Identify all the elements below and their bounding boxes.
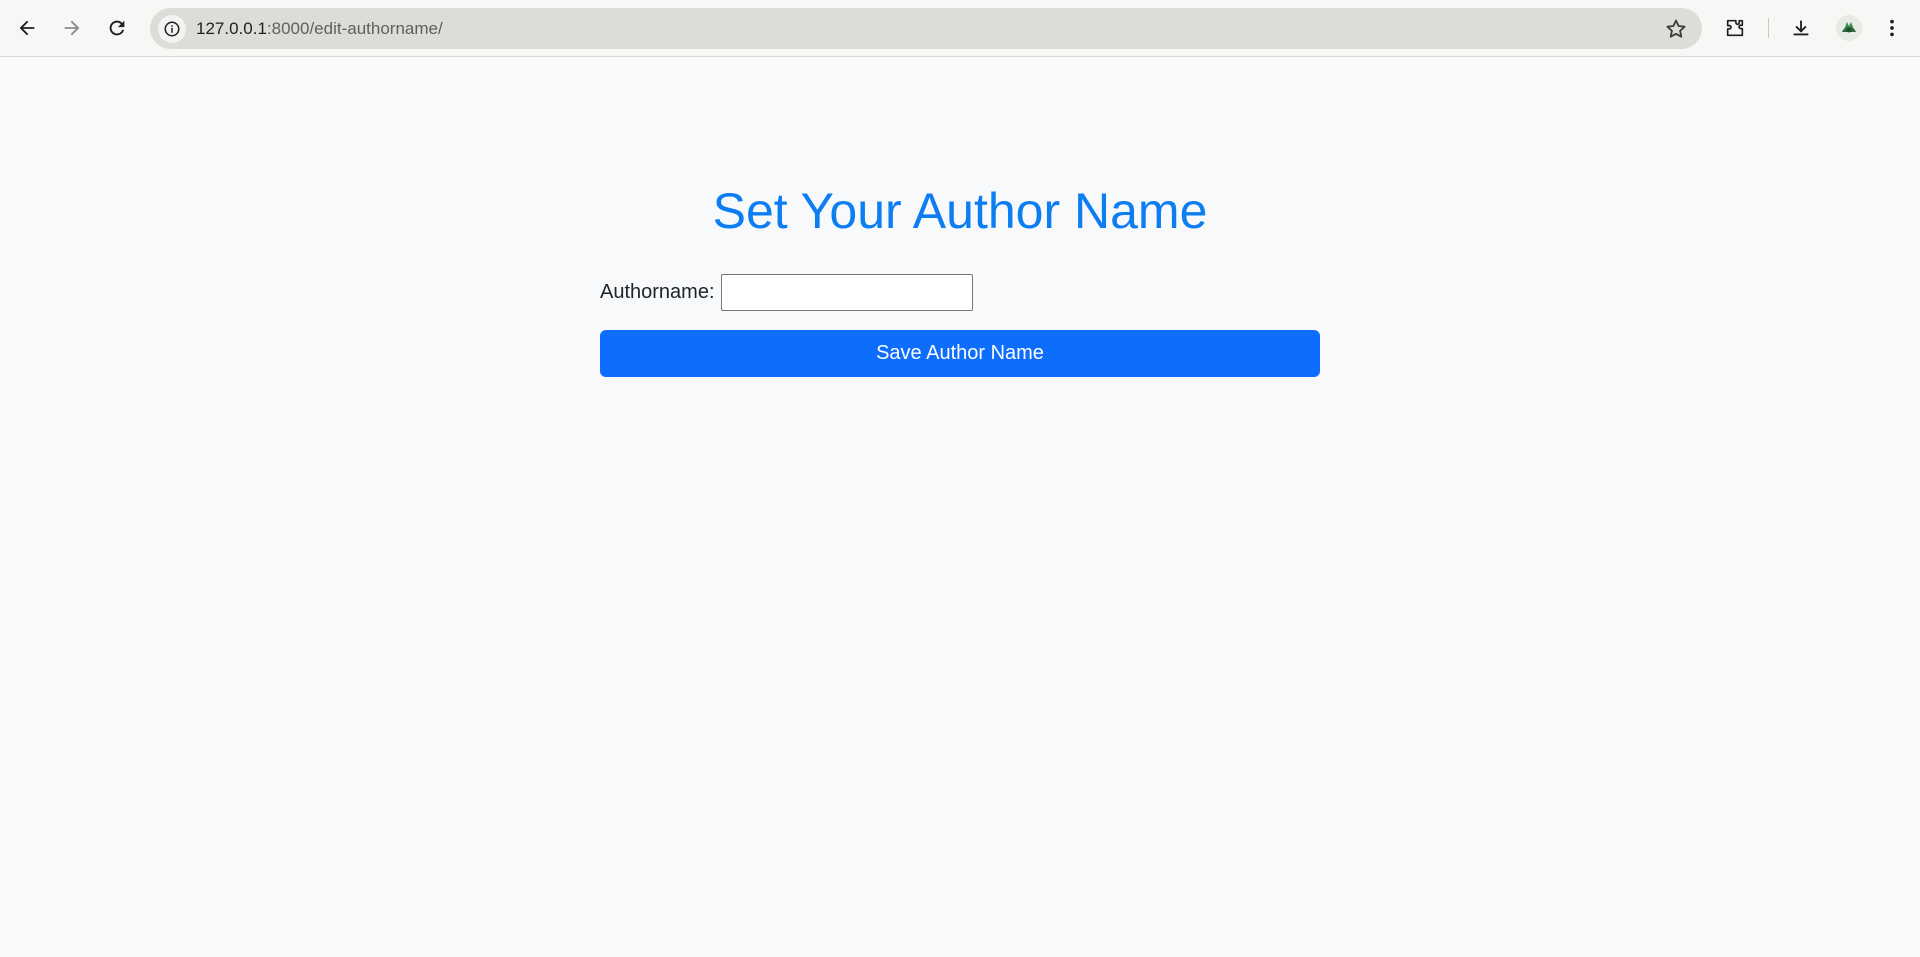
save-author-name-button[interactable]: Save Author Name: [600, 330, 1320, 377]
url-host: 127.0.0.1: [196, 19, 267, 38]
profile-avatar[interactable]: [1836, 15, 1862, 41]
downloads-button[interactable]: [1785, 12, 1817, 44]
page-title: Set Your Author Name: [712, 183, 1208, 239]
url-path: :8000/edit-authorname/: [266, 19, 443, 38]
profile-avatar-icon: [1836, 15, 1862, 41]
back-button[interactable]: [9, 10, 45, 46]
more-menu-icon: [1890, 19, 1894, 37]
toolbar-divider: [1768, 18, 1769, 38]
more-menu-button[interactable]: [1876, 12, 1908, 44]
authorname-field-row: Authorname:: [600, 273, 973, 311]
bookmark-star-icon[interactable]: [1664, 17, 1688, 41]
site-info-button[interactable]: [158, 15, 186, 43]
authorname-input[interactable]: [720, 273, 973, 311]
site-info-icon: [164, 21, 180, 37]
url-text[interactable]: 127.0.0.1:8000/edit-authorname/: [196, 8, 443, 49]
address-bar[interactable]: 127.0.0.1:8000/edit-authorname/: [150, 8, 1702, 49]
download-icon: [1793, 20, 1809, 36]
authorname-label: Authorname:: [600, 280, 715, 303]
extensions-icon: [1726, 19, 1744, 37]
browser-toolbar: 127.0.0.1:8000/edit-authorname/: [0, 0, 1920, 57]
forward-button[interactable]: [54, 10, 90, 46]
forward-icon: [64, 20, 80, 36]
page-content: Set Your Author Name Authorname: Save Au…: [0, 57, 1920, 957]
extensions-button[interactable]: [1719, 12, 1751, 44]
back-icon: [19, 20, 35, 36]
reload-icon: [109, 20, 125, 36]
reload-button[interactable]: [99, 10, 135, 46]
